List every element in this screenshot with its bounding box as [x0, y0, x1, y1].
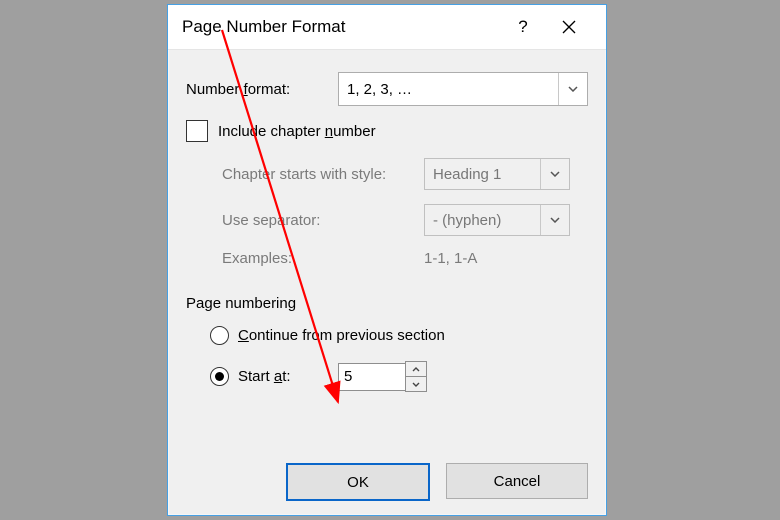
examples-row: Examples: 1-1, 1-A: [222, 250, 588, 267]
number-format-select[interactable]: 1, 2, 3, …: [338, 72, 588, 106]
chapter-style-select: Heading 1: [424, 158, 570, 190]
ok-label: OK: [347, 474, 369, 491]
chevron-down-icon: [540, 159, 569, 189]
start-at-input[interactable]: [338, 363, 406, 391]
chevron-down-icon: [558, 73, 587, 105]
spinner-buttons: [406, 361, 427, 392]
chapter-style-row: Chapter starts with style: Heading 1: [222, 158, 588, 190]
close-icon: [562, 20, 576, 34]
dialog-content: Number format: 1, 2, 3, … Include chapte…: [168, 50, 606, 392]
page-numbering-label: Page numbering: [186, 295, 588, 312]
start-at-radio-row: Start at:: [210, 361, 588, 392]
start-at-radio[interactable]: [210, 367, 229, 386]
chevron-down-icon: [540, 205, 569, 235]
separator-row: Use separator: - (hyphen): [222, 204, 588, 236]
examples-label: Examples:: [222, 250, 424, 267]
chapter-style-value: Heading 1: [433, 166, 501, 183]
separator-select: - (hyphen): [424, 204, 570, 236]
spinner-down-button[interactable]: [405, 376, 427, 392]
continue-radio-label: Continue from previous section: [238, 327, 445, 344]
dialog-title: Page Number Format: [182, 17, 500, 37]
ok-button[interactable]: OK: [286, 463, 430, 501]
start-at-radio-label: Start at:: [238, 368, 324, 385]
number-format-label: Number format:: [186, 81, 338, 98]
include-chapter-checkbox[interactable]: [186, 120, 208, 142]
continue-radio[interactable]: [210, 326, 229, 345]
continue-radio-row: Continue from previous section: [210, 326, 588, 345]
titlebar: Page Number Format ?: [168, 5, 606, 50]
dialog-buttons: OK Cancel: [286, 463, 588, 501]
include-chapter-label: Include chapter number: [218, 123, 376, 140]
include-chapter-row: Include chapter number: [186, 120, 588, 142]
chevron-up-icon: [412, 367, 420, 372]
number-format-row: Number format: 1, 2, 3, …: [186, 72, 588, 106]
help-button[interactable]: ?: [500, 5, 546, 49]
spinner-up-button[interactable]: [405, 361, 427, 376]
close-button[interactable]: [546, 5, 592, 49]
examples-value: 1-1, 1-A: [424, 250, 477, 267]
chapter-options: Chapter starts with style: Heading 1 Use…: [222, 158, 588, 267]
cancel-button[interactable]: Cancel: [446, 463, 588, 499]
cancel-label: Cancel: [494, 473, 541, 490]
number-format-value: 1, 2, 3, …: [347, 81, 412, 98]
chapter-style-label: Chapter starts with style:: [222, 166, 424, 183]
chevron-down-icon: [412, 382, 420, 387]
separator-value: - (hyphen): [433, 212, 501, 229]
start-at-spinner: [338, 361, 427, 392]
page-number-format-dialog: Page Number Format ? Number format: 1, 2…: [167, 4, 607, 516]
separator-label: Use separator:: [222, 212, 424, 229]
